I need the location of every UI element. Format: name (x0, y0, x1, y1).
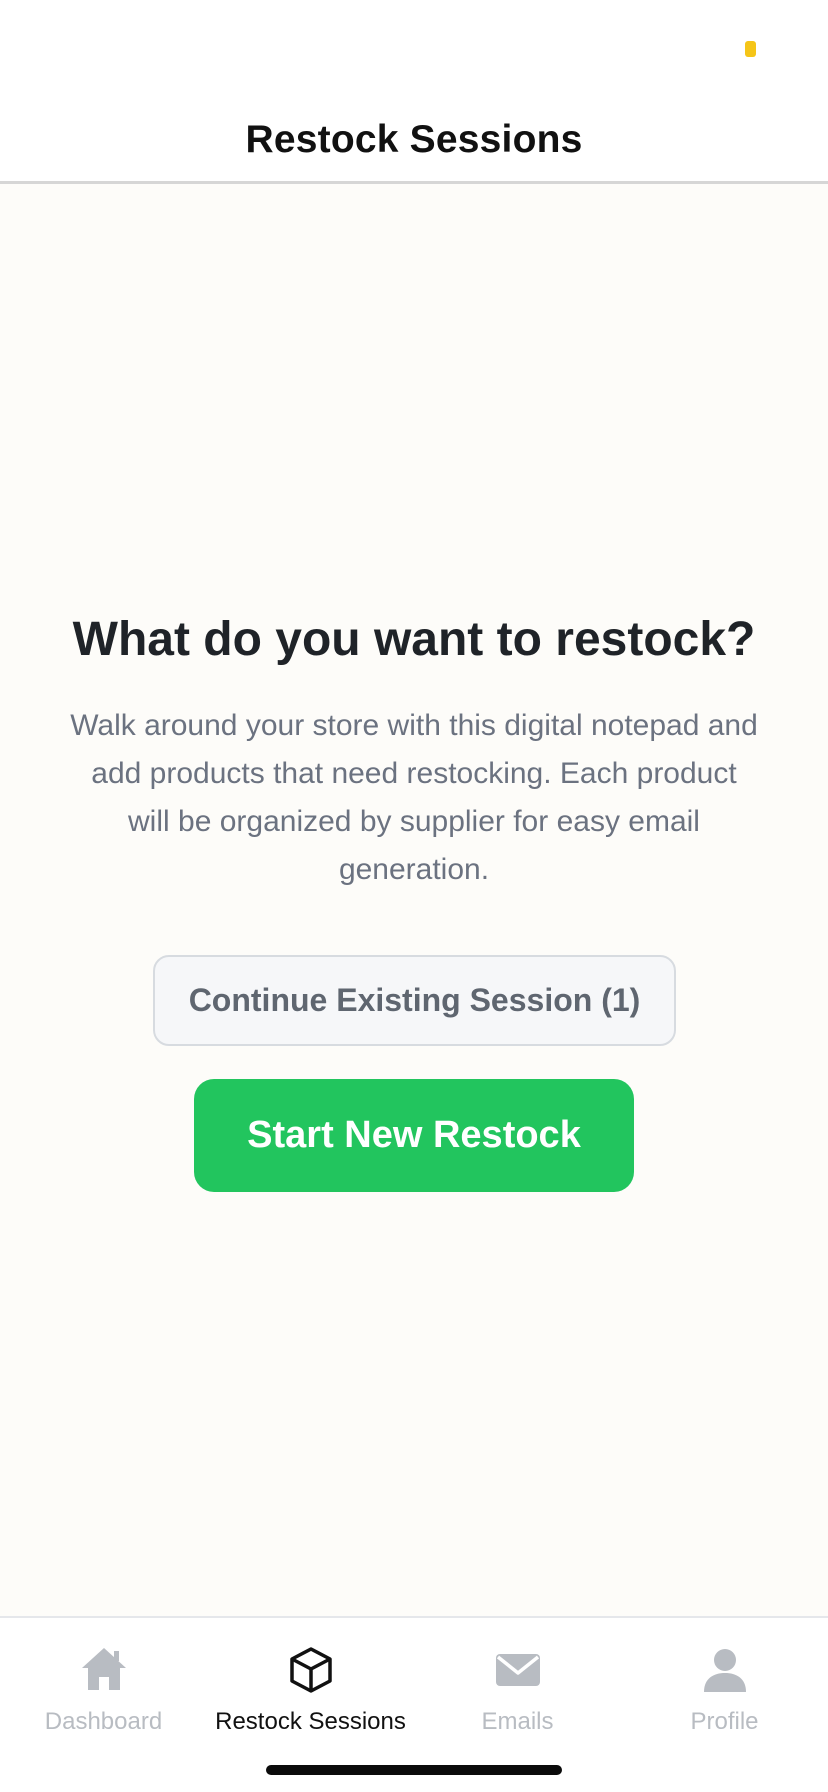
start-new-restock-button[interactable]: Start New Restock (194, 1079, 634, 1192)
status-indicator-dot (745, 41, 756, 57)
home-icon (81, 1648, 126, 1690)
mail-icon (495, 1654, 540, 1686)
empty-state-headline: What do you want to restock? (72, 613, 756, 666)
continue-session-button[interactable]: Continue Existing Session (1) (153, 955, 676, 1046)
person-icon (703, 1649, 746, 1692)
box-icon (289, 1647, 332, 1693)
tab-label-restock-sessions: Restock Sessions (215, 1708, 406, 1735)
tab-label-dashboard: Dashboard (44, 1708, 163, 1735)
tab-emails[interactable]: Emails (414, 1644, 621, 1754)
tab-label-profile: Profile (690, 1708, 759, 1735)
empty-state-description: Walk around your store with this digital… (70, 709, 758, 886)
navigation-header: Restock Sessions (0, 100, 828, 184)
app-screen: Restock Sessions What do you want to res… (0, 0, 828, 1792)
tab-profile[interactable]: Profile (621, 1644, 828, 1754)
tab-dashboard[interactable]: Dashboard (0, 1644, 207, 1754)
main-content: What do you want to restock? Walk around… (0, 187, 828, 1616)
tab-label-emails: Emails (481, 1708, 554, 1735)
page-title: Restock Sessions (245, 118, 583, 161)
status-bar (0, 0, 828, 100)
tab-restock-sessions[interactable]: Restock Sessions (207, 1644, 414, 1754)
home-indicator[interactable] (266, 1765, 562, 1775)
